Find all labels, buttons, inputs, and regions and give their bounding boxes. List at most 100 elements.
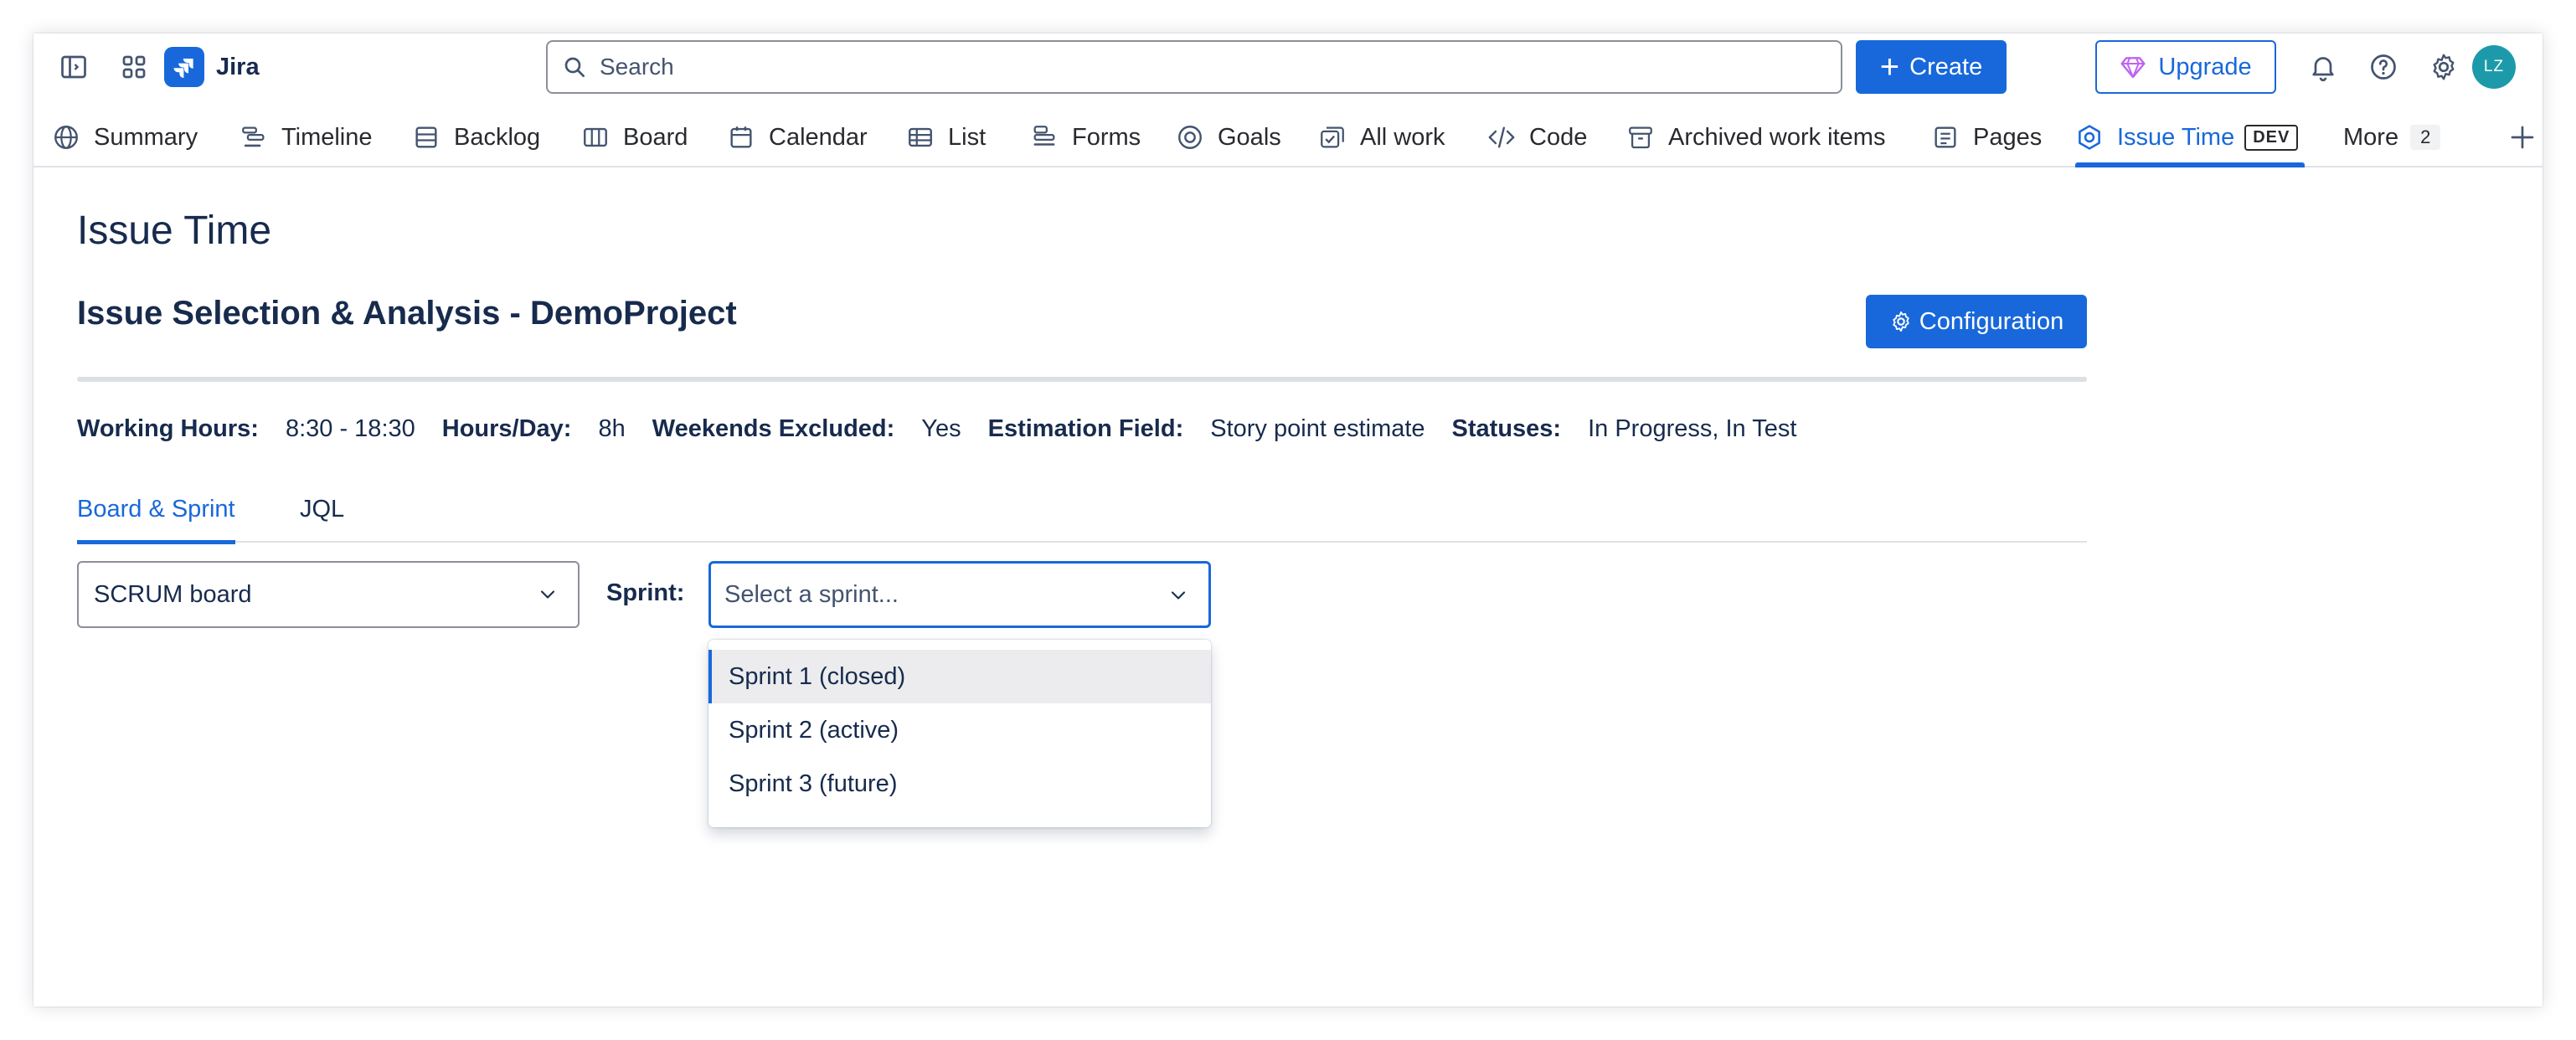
sprint-option[interactable]: Sprint 1 (closed) [708,650,1211,703]
subtab-label: Board & Sprint [77,496,235,523]
archive-icon [1629,126,1652,149]
settings-button[interactable] [2425,49,2462,85]
pages-icon [1935,126,1956,148]
backlog-icon [415,126,437,148]
upgrade-button[interactable]: Upgrade [2095,40,2276,94]
timeline-icon [242,126,265,147]
subtab-label: JQL [300,496,345,523]
estimation-field-label: Estimation Field: [987,414,1184,442]
more-label: More [2343,123,2399,151]
tab-label: Backlog [454,123,541,151]
board-icon [584,127,607,147]
jira-logo[interactable]: Jira [164,47,260,87]
configuration-button-label: Configuration [1919,307,2064,335]
gear-icon [2433,54,2455,80]
all-work-icon [1321,126,1344,148]
weekends-excluded-value: Yes [921,414,961,442]
statuses-value: In Progress, In Test [1588,414,1797,442]
configuration-summary: Working Hours: 8:30 - 18:30 Hours/Day: 8… [77,412,1823,445]
page-title: Issue Time [77,209,272,253]
tab-jql[interactable]: JQL [300,496,344,543]
tab-label: Goals [1218,123,1281,151]
app-switcher-button[interactable] [116,49,152,85]
tab-backlog[interactable]: Backlog [412,107,540,167]
tab-timeline[interactable]: Timeline [240,107,373,167]
tab-calendar[interactable]: Calendar [727,107,868,167]
plus-icon [2511,126,2534,149]
help-icon [2371,54,2396,80]
tab-issue-time[interactable]: Issue Time DEV [2075,107,2306,167]
tab-label: Archived work items [1668,123,1886,151]
top-navigation-bar: Jira + Create Upgrade LZ [33,33,2543,100]
app-name: Jira [216,53,260,80]
tab-forms[interactable]: Forms [1030,107,1141,167]
tab-code[interactable]: Code [1487,107,1587,167]
tab-summary[interactable]: Summary [52,107,198,167]
tab-archived-work-items[interactable]: Archived work items [1626,107,1885,167]
app-window: Jira + Create Upgrade LZ Summary [33,33,2543,1007]
configuration-button[interactable]: Configuration [1866,295,2087,348]
statuses-label: Statuses: [1451,414,1562,442]
weekends-excluded-label: Weekends Excluded: [652,414,895,442]
estimation-field-value: Story point estimate [1210,414,1425,442]
chevron-down-icon [1171,591,1186,600]
create-button[interactable]: + Create [1856,40,2007,94]
plus-icon: + [1879,49,1900,85]
tab-label: Code [1529,123,1588,151]
tab-label: Timeline [281,123,373,151]
add-tab-button[interactable] [2504,119,2541,156]
app-grid-icon [122,55,146,79]
working-hours-value: 8:30 - 18:30 [285,414,415,442]
tab-label: Board [623,123,688,151]
chevron-down-icon [540,590,555,599]
list-icon [909,127,932,147]
code-icon [1488,126,1515,148]
avatar[interactable]: LZ [2472,45,2516,89]
sprint-option[interactable]: Sprint 2 (active) [708,703,1211,757]
section-divider [77,377,2087,382]
tab-label: Pages [1973,123,2043,151]
sidebar-toggle-icon [61,55,86,79]
sprint-select-placeholder: Select a sprint... [724,580,899,608]
help-button[interactable] [2365,49,2402,85]
tab-all-work[interactable]: All work [1318,107,1445,167]
jira-logo-icon [164,47,204,87]
tab-label: List [948,123,987,151]
calendar-icon [730,126,752,148]
sprint-select[interactable]: Select a sprint... [708,561,1211,628]
hours-per-day-value: 8h [598,414,626,442]
forms-icon [1033,126,1055,146]
gear-icon [1893,311,1909,332]
globe-icon [54,126,78,149]
tab-pages[interactable]: Pages [1931,107,2042,167]
tab-more[interactable]: More 2 [2343,107,2441,167]
board-select-value: SCRUM board [94,580,252,608]
working-hours-label: Working Hours: [77,414,259,442]
tab-label: Issue Time [2117,123,2235,151]
tab-label: Forms [1072,123,1141,151]
section-title: Issue Selection & Analysis - DemoProject [77,295,737,332]
tab-board[interactable]: Board [581,107,688,167]
sprint-option[interactable]: Sprint 3 (future) [708,757,1211,811]
tab-label: All work [1360,123,1445,151]
gem-icon [2120,57,2146,79]
board-select[interactable]: SCRUM board [77,561,580,628]
notifications-button[interactable] [2305,49,2342,85]
project-tabs: Summary Timeline Backlog Board Calendar … [33,107,2543,167]
tab-label: Summary [94,123,198,151]
sidebar-toggle-button[interactable] [55,49,92,85]
dev-badge: DEV [2244,124,2299,151]
tab-label: Calendar [769,123,868,151]
tab-board-and-sprint[interactable]: Board & Sprint [77,496,235,544]
upgrade-button-label: Upgrade [2158,53,2252,80]
goals-icon [1178,126,1202,149]
search-icon [564,57,585,77]
tab-list[interactable]: List [906,107,986,167]
create-button-label: Create [1909,53,1983,80]
hours-per-day-label: Hours/Day: [441,414,572,442]
tab-goals[interactable]: Goals [1176,107,1281,167]
sprint-dropdown-menu: Sprint 1 (closed) Sprint 2 (active) Spri… [708,640,1211,827]
app-icon [2079,125,2100,150]
search-box[interactable] [546,40,1842,94]
search-input[interactable] [600,54,1822,80]
